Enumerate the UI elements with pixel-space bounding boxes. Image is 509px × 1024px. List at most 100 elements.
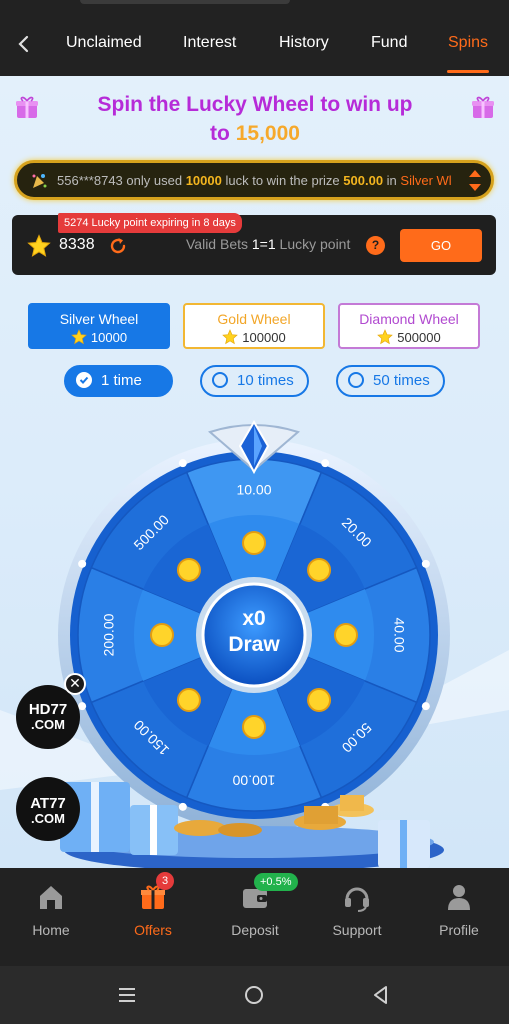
spin-50-times-option[interactable]: 50 times xyxy=(336,365,445,397)
badge-line1: HD77 xyxy=(28,701,68,718)
nav-label: Support xyxy=(332,922,382,938)
marquee-mid2: luck to win the prize xyxy=(225,173,340,188)
system-nav-bar xyxy=(0,966,509,1024)
rim-light xyxy=(178,802,187,811)
tab-unclaimed[interactable]: Unclaimed xyxy=(66,34,142,52)
home-circle-icon[interactable] xyxy=(243,984,265,1006)
coin-icon xyxy=(150,623,174,647)
winner-marquee: 556***8743 only used 10000 luck to win t… xyxy=(14,160,494,200)
draw-label: Draw xyxy=(228,633,280,656)
spin-1-time-option[interactable]: 1 time xyxy=(64,365,173,397)
draw-count: x0 xyxy=(242,607,265,630)
spin-10-times-option[interactable]: 10 times xyxy=(200,365,309,397)
rim-light xyxy=(178,459,187,468)
refresh-icon[interactable] xyxy=(108,236,128,256)
wheel-cost: 500000 xyxy=(397,330,441,345)
segment-label: 100.00 xyxy=(232,772,275,788)
coin-icon xyxy=(176,557,201,582)
wheel-name: Diamond Wheel xyxy=(359,311,459,327)
marquee-user: 556***8743 xyxy=(57,173,123,188)
wheel-name: Gold Wheel xyxy=(217,311,291,327)
star-icon xyxy=(27,234,51,257)
silver-wheel-button[interactable]: Silver Wheel 10000 xyxy=(28,303,170,349)
nav-label: Profile xyxy=(439,922,479,938)
status-notch xyxy=(80,0,290,4)
nav-profile[interactable]: Profile xyxy=(408,868,509,966)
option-label: 50 times xyxy=(373,372,430,389)
expire-note: 5274 Lucky point expiring in 8 days xyxy=(58,213,242,233)
back-icon[interactable] xyxy=(12,32,36,56)
option-label: 10 times xyxy=(237,372,294,389)
nav-label: Deposit xyxy=(231,922,279,938)
radio-icon xyxy=(212,372,228,388)
go-button[interactable]: GO xyxy=(400,229,482,262)
wheel-cost: 10000 xyxy=(90,330,128,345)
menu-icon[interactable] xyxy=(116,984,138,1006)
marquee-wheel: Silver Wl xyxy=(400,173,452,188)
wheel-name: Silver Wheel xyxy=(59,311,139,327)
marquee-mid1: only used xyxy=(126,173,183,188)
coin-icon xyxy=(307,688,332,713)
tab-spins[interactable]: Spins xyxy=(448,34,488,52)
lucky-points-value: 8338 xyxy=(59,236,95,253)
nav-label: Offers xyxy=(134,922,172,938)
marquee-prize: 500.00 xyxy=(343,173,384,188)
valid-ratio: 1=1 xyxy=(251,236,276,252)
promo-headline: Spin the Lucky Wheel to win up to 15,000 xyxy=(60,90,450,148)
coin-icon xyxy=(334,623,358,647)
profile-icon xyxy=(448,885,470,910)
headset-icon xyxy=(345,887,369,912)
nav-support[interactable]: Support xyxy=(306,868,408,966)
home-icon xyxy=(40,886,62,909)
top-bar: Unclaimed Interest History Fund Spins xyxy=(0,0,509,76)
gold-wheel-button[interactable]: Gold Wheel 100000 xyxy=(183,303,325,349)
valid-bets-text: Valid Bets 1=1 Lucky point xyxy=(186,236,350,252)
hd77-floating-badge[interactable]: HD77 .COM xyxy=(16,685,80,749)
coin-icon xyxy=(176,688,201,713)
scroll-down-icon[interactable] xyxy=(469,184,481,191)
coin-icon xyxy=(242,715,266,739)
star-icon xyxy=(377,329,394,345)
headline-amount: 15,000 xyxy=(235,122,300,145)
star-icon xyxy=(71,329,87,345)
scroll-up-icon[interactable] xyxy=(469,170,481,177)
check-icon xyxy=(76,372,92,388)
coin-icon xyxy=(307,557,332,582)
marquee-luck: 10000 xyxy=(185,173,222,188)
badge-line2: .COM xyxy=(31,811,65,826)
gift-icon xyxy=(16,96,38,118)
help-icon[interactable]: ? xyxy=(366,236,385,255)
rim-light xyxy=(321,459,330,468)
valid-unit: Lucky point xyxy=(279,236,351,252)
active-tab-indicator xyxy=(447,70,489,73)
rim-light xyxy=(421,702,430,711)
valid-label: Valid Bets xyxy=(186,236,248,252)
gift-icon xyxy=(472,96,494,118)
segment-label: 10.00 xyxy=(236,482,271,498)
party-icon xyxy=(32,174,47,188)
offers-badge: 3 xyxy=(156,872,174,890)
nav-offers[interactable]: Offers xyxy=(102,868,204,966)
radio-icon xyxy=(348,372,364,388)
segment-label: 40.00 xyxy=(391,617,407,652)
at77-floating-badge[interactable]: AT77 .COM xyxy=(16,777,80,841)
tab-history[interactable]: History xyxy=(279,34,329,52)
marquee-text: 556***8743 only used 10000 luck to win t… xyxy=(57,173,452,188)
wheel-cost: 100000 xyxy=(242,330,286,345)
nav-home[interactable]: Home xyxy=(0,868,102,966)
deposit-badge: +0.5% xyxy=(254,873,298,891)
badge-line1: AT77 xyxy=(30,795,66,812)
option-label: 1 time xyxy=(101,372,142,389)
segment-label: 200.00 xyxy=(101,613,117,656)
diamond-wheel-button[interactable]: Diamond Wheel 500000 xyxy=(338,303,480,349)
coin-icon xyxy=(242,531,266,555)
badge-line2: .COM xyxy=(31,717,65,732)
close-icon[interactable]: ✕ xyxy=(64,673,86,695)
rim-light xyxy=(78,559,87,568)
nav-label: Home xyxy=(32,922,70,938)
star-icon xyxy=(222,329,239,345)
back-triangle-icon[interactable] xyxy=(370,984,392,1006)
tab-fund[interactable]: Fund xyxy=(371,34,407,52)
draw-button[interactable]: x0 Draw xyxy=(196,577,312,693)
tab-interest[interactable]: Interest xyxy=(183,34,236,52)
